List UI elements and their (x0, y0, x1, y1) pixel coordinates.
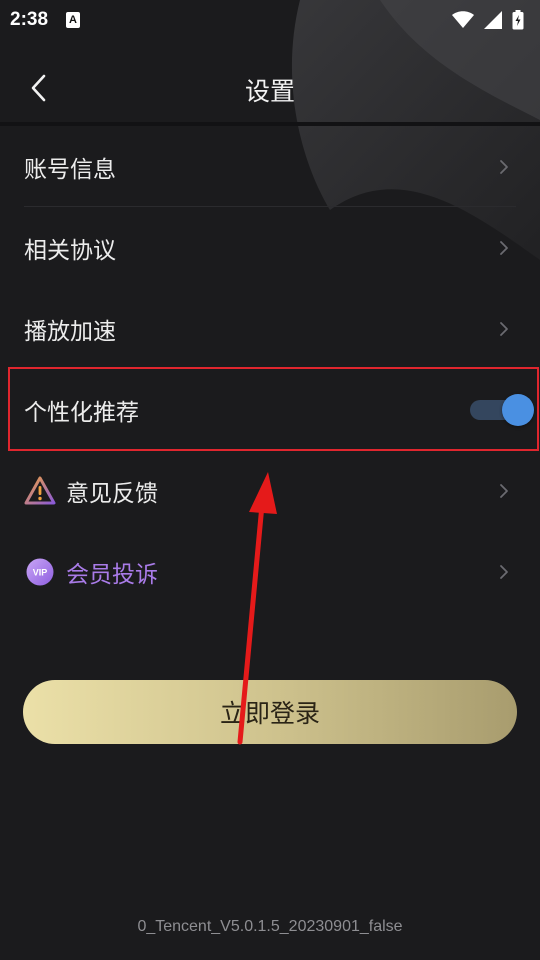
settings-item-label: 个性化推荐 (24, 399, 139, 426)
settings-item-label: 相关协议 (24, 237, 116, 264)
settings-item-feedback[interactable]: 意见反馈 (0, 450, 540, 531)
chevron-right-icon (500, 159, 508, 174)
status-left: 2:38 A (10, 9, 81, 31)
chevron-right-icon (500, 564, 508, 579)
status-bar: 2:38 A (0, 0, 540, 40)
notification-a-icon: A (66, 12, 81, 28)
login-button[interactable]: 立即登录 (23, 680, 517, 744)
nav-bar: 设置 (0, 52, 540, 124)
settings-item-label: 播放加速 (24, 318, 116, 345)
settings-list: 账号信息 相关协议 播放加速 个性化推荐 意见反馈 VIP 会员投诉 (0, 126, 540, 612)
toggle-knob (502, 393, 534, 426)
chevron-right-icon (500, 483, 508, 498)
chevron-right-icon (500, 240, 508, 255)
settings-item-vip-complaint[interactable]: VIP 会员投诉 (0, 531, 540, 612)
status-time: 2:38 (10, 9, 49, 30)
page-title: 设置 (244, 77, 295, 106)
personalized-recommendation-toggle[interactable] (470, 393, 534, 426)
battery-icon (512, 10, 524, 30)
chevron-left-icon (31, 74, 46, 102)
signal-icon (484, 11, 502, 29)
settings-item-personalized-recommendation: 个性化推荐 (0, 369, 540, 450)
vip-badge-icon: VIP (24, 556, 56, 588)
wifi-icon (452, 11, 474, 28)
settings-item-playback-speedup[interactable]: 播放加速 (0, 288, 540, 369)
vip-badge-text: VIP (33, 567, 48, 577)
settings-item-label: 意见反馈 (66, 480, 158, 507)
settings-item-agreements[interactable]: 相关协议 (0, 207, 540, 288)
warning-triangle-icon (24, 475, 56, 507)
status-right (452, 10, 524, 30)
settings-item-label: 会员投诉 (66, 561, 158, 588)
chevron-right-icon (500, 321, 508, 336)
settings-item-account-info[interactable]: 账号信息 (0, 126, 540, 207)
settings-item-label: 账号信息 (24, 156, 116, 183)
back-button[interactable] (18, 68, 58, 108)
version-text: 0_Tencent_V5.0.1.5_20230901_false (137, 918, 403, 935)
